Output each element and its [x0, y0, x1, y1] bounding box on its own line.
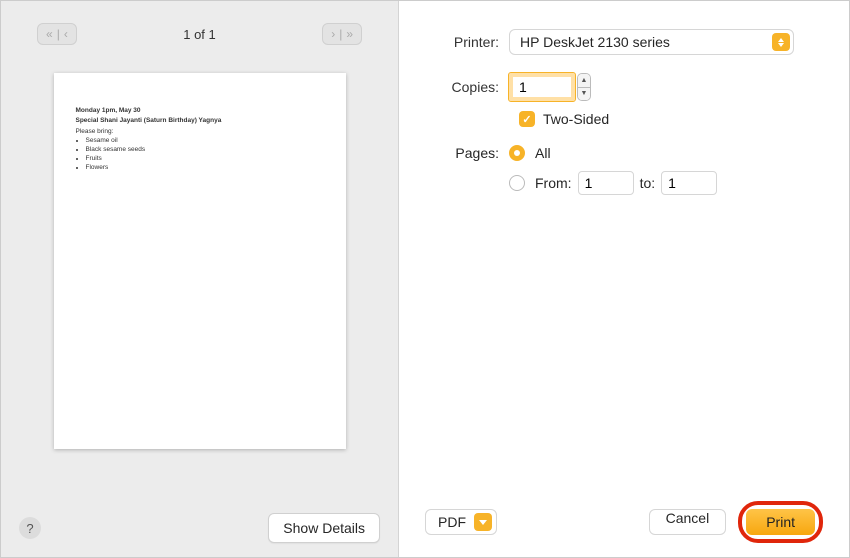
print-dialog: « | ‹ 1 of 1 › | » Monday 1pm, May 30 Sp…: [0, 0, 850, 558]
divider: |: [337, 27, 344, 41]
chevron-down-icon: [474, 513, 492, 531]
updown-icon: [772, 33, 790, 51]
pages-group: Pages: All From: to:: [429, 145, 819, 195]
pages-from-label: From:: [535, 175, 572, 191]
prev-page-icon: ‹: [62, 27, 70, 41]
help-button[interactable]: ?: [19, 517, 41, 539]
printer-value: HP DeskJet 2130 series: [520, 34, 670, 50]
pages-range-row[interactable]: From: to:: [429, 171, 819, 195]
radio-unchecked-icon: [509, 175, 525, 191]
printer-row: Printer: HP DeskJet 2130 series: [429, 29, 819, 55]
preview-line: Special Shani Jayanti (Saturn Birthday) …: [76, 117, 324, 126]
pager: « | ‹ 1 of 1 › | »: [1, 1, 398, 45]
stepper-down-icon: ▼: [578, 88, 590, 101]
printer-label: Printer:: [429, 34, 509, 50]
two-sided-label: Two-Sided: [543, 111, 609, 127]
pages-all-label: All: [535, 145, 551, 161]
first-page-icon: «: [44, 27, 55, 41]
pdf-menu-button[interactable]: PDF: [425, 509, 497, 535]
pages-to-label: to:: [640, 175, 656, 191]
preview-line: Monday 1pm, May 30: [76, 107, 324, 116]
last-page-icon: »: [344, 27, 355, 41]
page-count-label: 1 of 1: [183, 27, 216, 42]
copies-label: Copies:: [429, 79, 509, 95]
page-preview: Monday 1pm, May 30 Special Shani Jayanti…: [54, 73, 346, 449]
preview-item: Sesame oil: [86, 137, 324, 146]
pages-label: Pages:: [429, 145, 509, 161]
pager-prev-group[interactable]: « | ‹: [37, 23, 77, 45]
pdf-label: PDF: [438, 514, 466, 530]
preview-item: Flowers: [86, 164, 324, 173]
pages-from-input[interactable]: [578, 171, 634, 195]
next-page-icon: ›: [329, 27, 337, 41]
preview-item: Black sesame seeds: [86, 146, 324, 155]
copies-row: Copies: ▲ ▼: [429, 73, 819, 101]
radio-checked-icon: [509, 145, 525, 161]
pages-all-row[interactable]: Pages: All: [429, 145, 819, 161]
cancel-button[interactable]: Cancel: [649, 509, 727, 535]
stepper-up-icon: ▲: [578, 74, 590, 88]
copies-input[interactable]: [509, 73, 575, 101]
copies-stepper[interactable]: ▲ ▼: [577, 73, 591, 101]
preview-panel: « | ‹ 1 of 1 › | » Monday 1pm, May 30 Sp…: [1, 1, 399, 557]
right-bottom-bar: PDF Cancel Print: [399, 501, 849, 543]
show-details-button[interactable]: Show Details: [268, 513, 380, 543]
printer-select[interactable]: HP DeskJet 2130 series: [509, 29, 794, 55]
pages-to-input[interactable]: [661, 171, 717, 195]
print-highlight: Print: [738, 501, 823, 543]
left-bottom-bar: ? Show Details: [1, 513, 398, 543]
print-button[interactable]: Print: [746, 509, 815, 535]
pager-next-group[interactable]: › | »: [322, 23, 362, 45]
preview-item: Fruits: [86, 155, 324, 164]
two-sided-row[interactable]: ✓ Two-Sided: [519, 111, 819, 127]
options-panel: Printer: HP DeskJet 2130 series Copies: …: [399, 1, 849, 557]
preview-list: Sesame oil Black sesame seeds Fruits Flo…: [86, 137, 324, 172]
preview-line: Please bring:: [76, 128, 324, 137]
divider: |: [55, 27, 62, 41]
checkbox-checked-icon: ✓: [519, 111, 535, 127]
